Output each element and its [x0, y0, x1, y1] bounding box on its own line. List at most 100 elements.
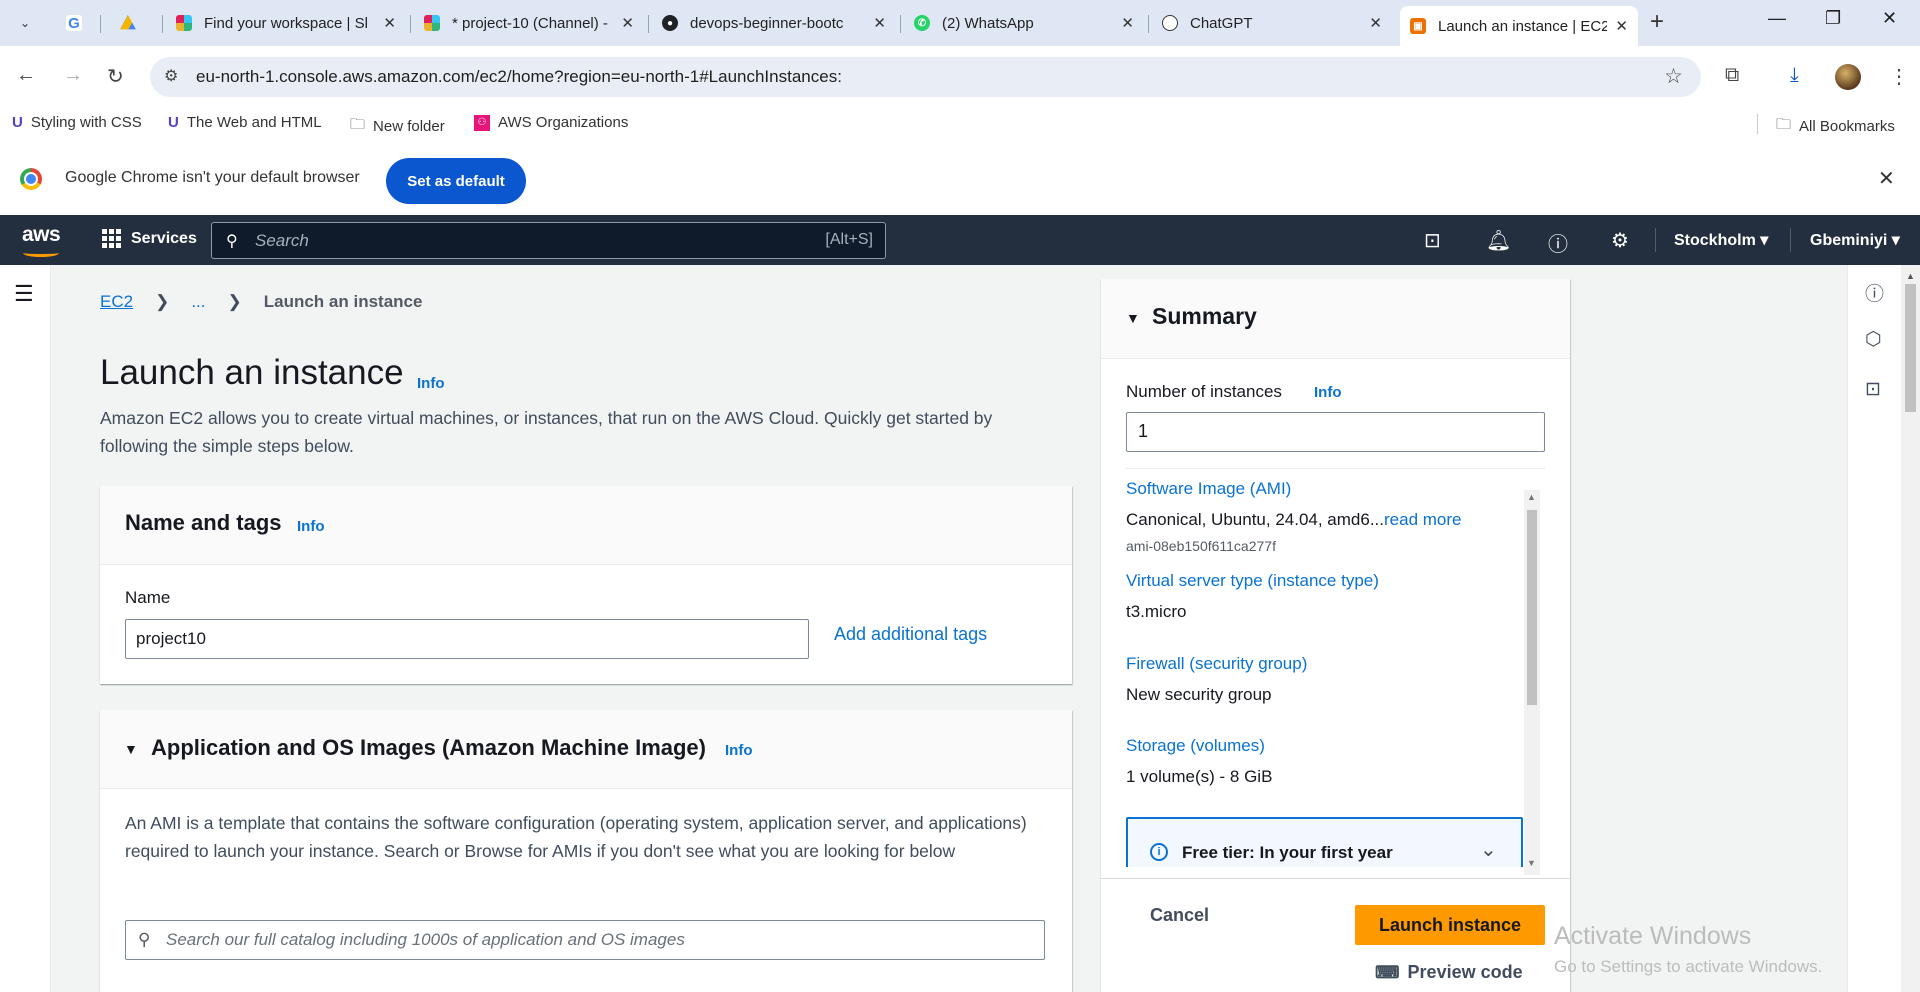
bookmark-aws-organizations[interactable]: ⚇ AWS Organizations	[474, 114, 628, 131]
ami-heading: Application and OS Images (Amazon Machin…	[151, 735, 706, 760]
ami-summary-link[interactable]: Software Image (AMI)	[1126, 479, 1291, 499]
breadcrumb-ec2[interactable]: EC2	[100, 292, 133, 312]
extensions-icon[interactable]: ⧉	[1725, 64, 1739, 87]
bookmark-web-html[interactable]: U The Web and HTML	[168, 114, 322, 131]
restore-button[interactable]: ❐	[1825, 8, 1841, 29]
name-tags-heading: Name and tags	[125, 510, 282, 535]
launch-instance-button[interactable]: Launch instance	[1355, 905, 1545, 945]
search-icon: ⚲	[138, 930, 151, 949]
aws-search-input[interactable]: ⚲ Search [Alt+S]	[211, 222, 886, 259]
hamburger-menu-icon[interactable]: ☰	[14, 281, 34, 307]
close-window-button[interactable]: ✕	[1882, 8, 1897, 29]
region-selector[interactable]: Stockholm ▾	[1674, 230, 1768, 250]
instance-type-link[interactable]: Virtual server type (instance type)	[1126, 571, 1379, 591]
chatgpt-icon	[1162, 15, 1178, 31]
add-additional-tags-link[interactable]: Add additional tags	[834, 624, 987, 645]
read-more-link[interactable]: read more	[1384, 510, 1461, 529]
bookmarks-bar: U Styling with CSS U The Web and HTML 🗀 …	[0, 108, 1920, 140]
tab-whatsapp[interactable]: ✆ (2) WhatsApp ✕	[904, 6, 1144, 40]
profile-avatar[interactable]	[1835, 64, 1861, 90]
tab-slack-channel[interactable]: * project-10 (Channel) - ✕	[414, 6, 644, 40]
panel-header[interactable]: ▼ Application and OS Images (Amazon Mach…	[100, 710, 1072, 789]
folder-icon: 🗀	[1776, 116, 1792, 133]
help-icon[interactable]: ⓘ	[1548, 228, 1568, 257]
forward-icon[interactable]: →	[63, 64, 83, 87]
utility-rail: ⓘ ⬡ ⊡	[1847, 265, 1901, 992]
tab-drive[interactable]	[110, 6, 160, 40]
summary-heading: Summary	[1152, 303, 1257, 329]
close-icon[interactable]: ✕	[1369, 14, 1382, 32]
page-description: Amazon EC2 allows you to create virtual …	[100, 408, 993, 456]
instance-type-value: t3.micro	[1126, 602, 1187, 621]
close-icon[interactable]: ✕	[873, 14, 886, 32]
storage-link[interactable]: Storage (volumes)	[1126, 736, 1265, 756]
storage-value: 1 volume(s) - 8 GiB	[1126, 767, 1273, 786]
number-of-instances-input[interactable]: 1	[1126, 412, 1545, 452]
panel-header: Name and tags Info	[100, 486, 1072, 565]
address-bar[interactable]: ⚙ eu-north-1.console.aws.amazon.com/ec2/…	[150, 57, 1701, 97]
breadcrumb-ellipsis[interactable]: ...	[191, 292, 205, 312]
firewall-link[interactable]: Firewall (security group)	[1126, 654, 1307, 674]
info-panel-icon[interactable]: ⓘ	[1865, 279, 1884, 306]
bookmark-styling-css[interactable]: U Styling with CSS	[12, 114, 142, 131]
minimize-button[interactable]: —	[1768, 8, 1786, 29]
notifications-icon[interactable]: 🔔︎	[1486, 228, 1511, 253]
breadcrumb-current: Launch an instance	[263, 292, 423, 311]
summary-header[interactable]: ▼ Summary	[1101, 279, 1570, 359]
settings-icon[interactable]: ⚙	[1611, 228, 1629, 253]
title-info-link[interactable]: Info	[417, 375, 445, 392]
tab-chatgpt[interactable]: ChatGPT ✕	[1152, 6, 1392, 40]
download-icon[interactable]: ⤓	[1790, 64, 1799, 87]
aws-organizations-icon: ⚇	[474, 114, 490, 131]
hexagon-icon[interactable]: ⬡	[1865, 328, 1882, 351]
code-icon: ⌨	[1375, 962, 1400, 982]
tab-slack-workspace[interactable]: Find your workspace | Sl ✕	[166, 6, 406, 40]
set-default-button[interactable]: Set as default	[386, 158, 526, 204]
chevron-down-icon[interactable]: ⌄	[1480, 837, 1497, 862]
instances-label: Number of instances	[1126, 382, 1282, 401]
cancel-button[interactable]: Cancel	[1150, 905, 1209, 926]
summary-scrollbar[interactable]: ▲ ▼	[1524, 490, 1540, 875]
close-icon[interactable]: ✕	[383, 14, 396, 32]
account-menu[interactable]: Gbeminiyi ▾	[1810, 230, 1900, 250]
tutorial-icon[interactable]: ⊡	[1865, 378, 1881, 401]
tab-launch-instance[interactable]: ▣ Launch an instance | EC2 ✕	[1400, 6, 1638, 46]
url-text[interactable]: eu-north-1.console.aws.amazon.com/ec2/ho…	[196, 67, 842, 87]
cloudshell-icon[interactable]: ⊡	[1424, 228, 1441, 253]
aws-logo[interactable]: aws	[22, 223, 61, 257]
scroll-up-icon[interactable]: ▲	[1906, 271, 1915, 281]
tab-google[interactable]: G	[56, 6, 96, 40]
instances-info-link[interactable]: Info	[1314, 384, 1342, 401]
page-scrollbar[interactable]: ▲	[1901, 265, 1920, 992]
reload-icon[interactable]: ↻	[107, 64, 124, 89]
new-tab-button[interactable]: +	[1650, 8, 1664, 36]
back-icon[interactable]: ←	[16, 64, 36, 87]
tab-github[interactable]: ● devops-beginner-bootc ✕	[652, 6, 896, 40]
chevron-right-icon: ❯	[227, 292, 242, 311]
ami-description: An AMI is a template that contains the s…	[125, 813, 1027, 861]
close-icon[interactable]: ✕	[621, 14, 634, 32]
all-bookmarks[interactable]: 🗀 All Bookmarks	[1776, 114, 1895, 139]
page-title: Launch an instance	[100, 353, 404, 392]
breadcrumb: EC2 ❯ ... ❯ Launch an instance	[100, 292, 422, 312]
close-icon[interactable]: ✕	[1615, 17, 1628, 35]
site-info-icon[interactable]: ⚙	[164, 66, 178, 86]
bookmark-new-folder[interactable]: 🗀 New folder	[350, 114, 445, 139]
services-menu[interactable]: Services	[102, 229, 197, 248]
google-icon: G	[66, 15, 82, 32]
ami-info-link[interactable]: Info	[725, 742, 753, 759]
side-nav-rail: ☰	[0, 265, 51, 992]
tab-search-button[interactable]: ⌄	[12, 11, 38, 35]
scroll-up-icon[interactable]: ▲	[1527, 492, 1536, 502]
udacity-icon: U	[12, 114, 23, 131]
name-input[interactable]: project10	[125, 619, 809, 659]
preview-code-button[interactable]: ⌨ Preview code	[1375, 962, 1523, 983]
ami-panel: ▼ Application and OS Images (Amazon Mach…	[100, 710, 1072, 992]
ami-search-input[interactable]: ⚲ Search our full catalog including 1000…	[125, 920, 1045, 960]
scroll-down-icon[interactable]: ▼	[1527, 858, 1536, 868]
menu-icon[interactable]: ⋮	[1889, 64, 1909, 89]
name-tags-info-link[interactable]: Info	[297, 518, 325, 535]
bookmark-star-icon[interactable]: ☆	[1664, 64, 1683, 89]
close-icon[interactable]: ✕	[1878, 166, 1895, 191]
close-icon[interactable]: ✕	[1121, 14, 1134, 32]
